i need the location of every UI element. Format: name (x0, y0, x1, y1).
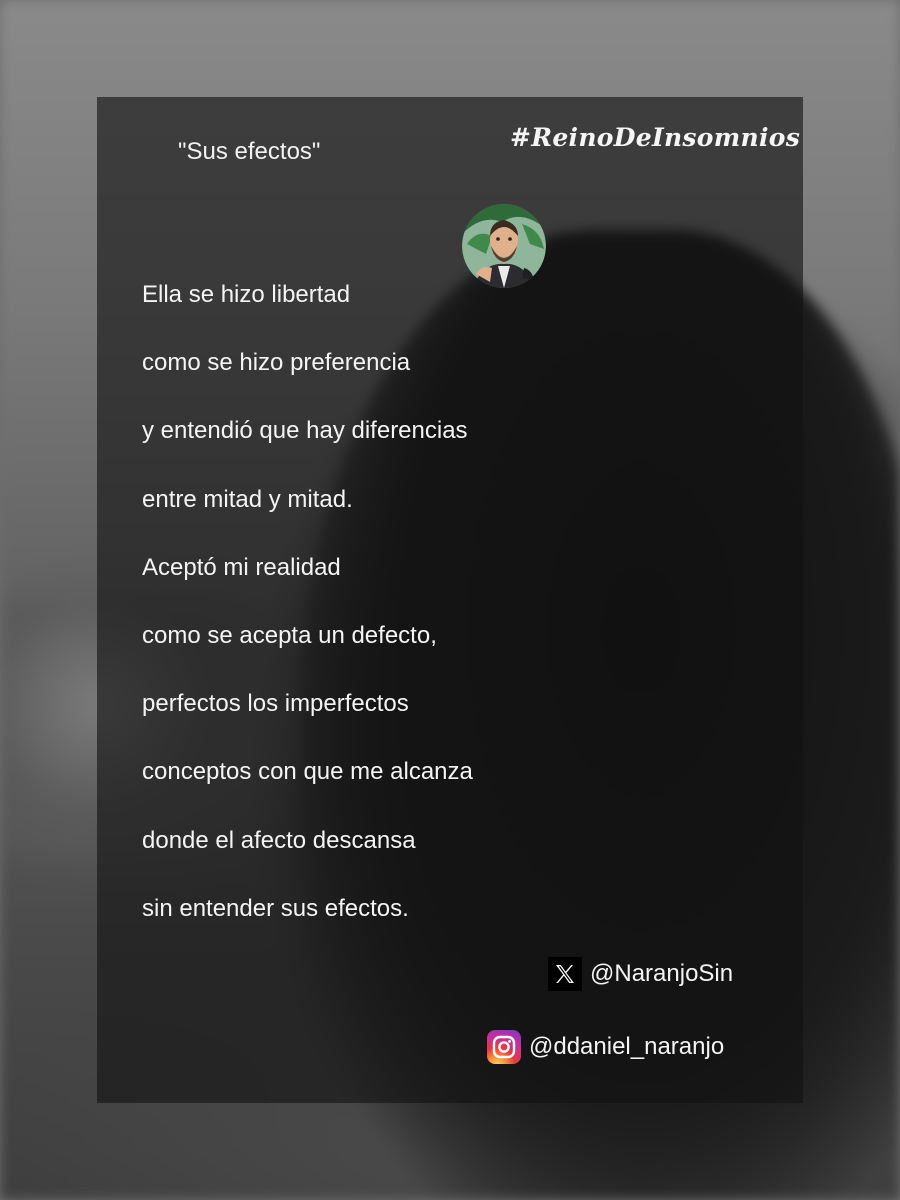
poem-line: Ella se hizo libertad (142, 281, 351, 308)
x-handle: @NaranjoSin (590, 960, 734, 987)
instagram-handle: @ddaniel_naranjo (529, 1033, 725, 1060)
poem-title: "Sus efectos" (178, 138, 321, 165)
poem-line: Aceptó mi realidad (142, 553, 341, 581)
poem-line: y entendió que hay diferencias (142, 417, 468, 445)
x-logo-icon (548, 957, 582, 991)
poem-line: como se acepta un defecto, (142, 621, 437, 649)
avatar (462, 204, 546, 288)
poem-line: como se hizo preferencia (142, 349, 411, 377)
hashtag: #ReinoDeInsomnios (510, 123, 801, 152)
poem-line: donde el afecto descansa (142, 826, 416, 854)
x-handle-row: @NaranjoSin (548, 957, 733, 991)
poem-line: perfectos los imperfectos (142, 690, 409, 718)
poem-line: entre mitad y mitad. (142, 485, 353, 513)
avatar-illustration (462, 204, 546, 288)
poem-body: Ella se hizo libertad como se hizo prefe… (142, 272, 473, 954)
instagram-handle-row: @ddaniel_naranjo (487, 1030, 724, 1064)
poem-line: sin entender sus efectos. (142, 894, 409, 922)
instagram-logo-icon (487, 1030, 521, 1064)
poem-line: conceptos con que me alcanza (142, 758, 473, 786)
